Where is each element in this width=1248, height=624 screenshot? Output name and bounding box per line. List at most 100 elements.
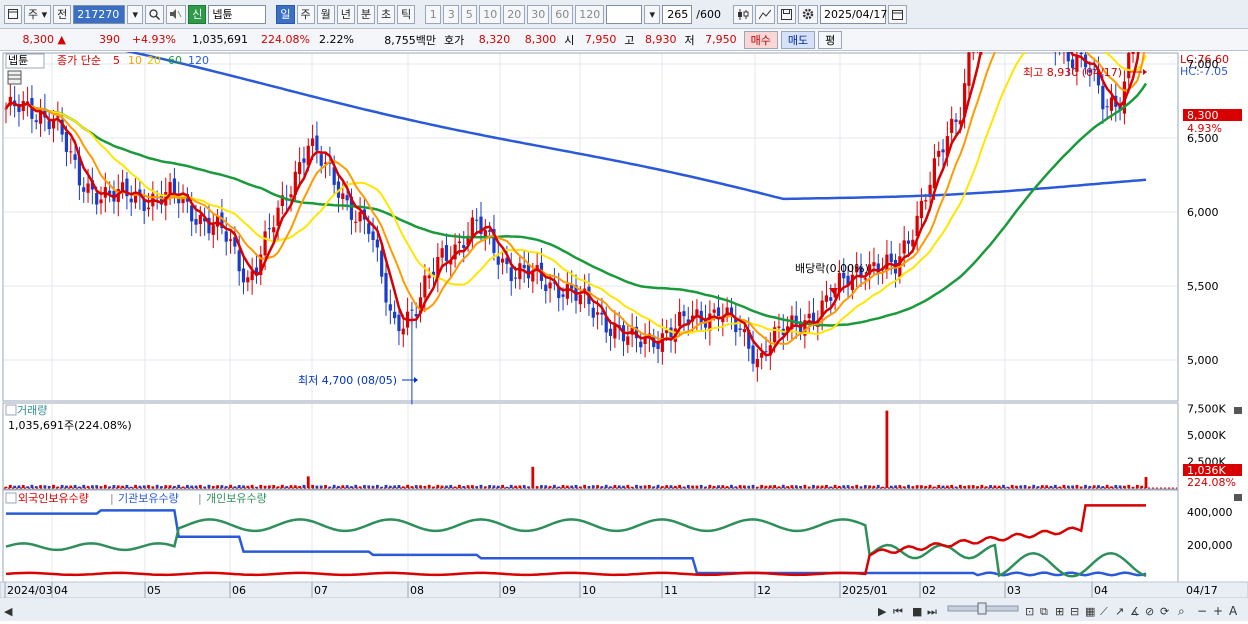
candle-body bbox=[358, 212, 361, 221]
ma-legend-label[interactable]: 종가 단순 bbox=[57, 54, 101, 67]
candle-body bbox=[829, 297, 832, 301]
interval-3-button[interactable]: 3 bbox=[443, 5, 459, 24]
candle-body bbox=[1101, 86, 1104, 109]
search-icon[interactable] bbox=[145, 5, 164, 24]
settings-icon[interactable] bbox=[798, 5, 818, 24]
period-tick-tab[interactable]: 틱 bbox=[397, 5, 415, 24]
candle-body bbox=[242, 268, 245, 282]
candle-body bbox=[933, 158, 936, 188]
text-tool-icon[interactable]: A bbox=[1229, 604, 1238, 618]
prev-button[interactable]: 전 bbox=[53, 5, 71, 24]
interval-1-button[interactable]: 1 bbox=[425, 5, 441, 24]
x-axis-label: 07 bbox=[314, 584, 328, 597]
current-price: 8,300 ▲ bbox=[0, 33, 70, 46]
tool-copy-icon[interactable]: ⧉ bbox=[1040, 605, 1048, 618]
tool-cycle-icon[interactable]: ⟳ bbox=[1160, 605, 1169, 618]
tool-line-icon[interactable]: ⟋ bbox=[1100, 605, 1108, 618]
volume-tick-label: 7,500K bbox=[1187, 403, 1226, 416]
stock-code-input[interactable]: 217270 bbox=[73, 5, 125, 24]
candle-body bbox=[825, 295, 828, 301]
stock-chart-svg[interactable]: 넵튠 종가 단순 5 10 20 60 120 LC:76.60 HC:-7.0… bbox=[0, 52, 1248, 621]
candle-body bbox=[890, 254, 893, 262]
interval-5-button[interactable]: 5 bbox=[461, 5, 477, 24]
market-select[interactable]: 주 ▾ bbox=[24, 5, 51, 24]
interval-10-button[interactable]: 10 bbox=[479, 5, 501, 24]
candle-body bbox=[523, 265, 526, 268]
candle-body bbox=[501, 259, 504, 263]
foreign-holdings-legend[interactable]: 외국인보유수량 bbox=[18, 492, 89, 505]
zoom-slider-handle[interactable] bbox=[978, 603, 986, 614]
zoom-search-icon[interactable]: ⌕ bbox=[1178, 604, 1185, 618]
interval-120-button[interactable]: 120 bbox=[575, 5, 604, 24]
volume-bar bbox=[290, 485, 293, 488]
flat-button[interactable]: 평 bbox=[818, 31, 842, 49]
tool-move-icon[interactable]: ⊞ bbox=[1055, 605, 1064, 618]
period-day-tab[interactable]: 일 bbox=[276, 5, 294, 24]
candle-body bbox=[376, 240, 379, 248]
holdings-panel-close-icon[interactable] bbox=[1234, 494, 1242, 501]
volume-ratio: 224.08% bbox=[252, 33, 314, 46]
volume-bar bbox=[1050, 486, 1053, 488]
period-minute-tab[interactable]: 분 bbox=[357, 5, 375, 24]
ma20-legend[interactable]: 20 bbox=[147, 54, 161, 67]
candle-body bbox=[548, 283, 551, 289]
period-week-tab[interactable]: 주 bbox=[297, 5, 315, 24]
tool-trend-icon[interactable]: ↗ bbox=[1115, 605, 1124, 618]
interval-20-button[interactable]: 20 bbox=[503, 5, 525, 24]
interval-dropdown-button[interactable]: ▾ bbox=[644, 5, 660, 24]
period-year-tab[interactable]: 년 bbox=[337, 5, 355, 24]
price-axis-ticks: 8,5008,0007,5007,0006,5006,0005,5005,000 bbox=[1187, 52, 1219, 367]
tool-rect-icon[interactable]: ⊡ bbox=[1025, 605, 1034, 618]
candle-body bbox=[950, 119, 953, 133]
data-total-label: /600 bbox=[694, 8, 723, 21]
zoom-in-icon[interactable]: + bbox=[1213, 604, 1223, 618]
volume-panel-toggle[interactable] bbox=[6, 405, 16, 415]
save-icon[interactable] bbox=[777, 5, 796, 24]
window-icon[interactable] bbox=[4, 5, 22, 24]
individual-holdings-legend[interactable]: 개인보유수량 bbox=[206, 492, 267, 505]
stock-name-field[interactable]: 넵튠 bbox=[208, 5, 266, 24]
calendar-icon[interactable] bbox=[888, 5, 907, 24]
volume-bar bbox=[307, 476, 310, 488]
scroll-last-icon[interactable]: ⏭ bbox=[927, 605, 937, 618]
candle-body bbox=[1131, 52, 1134, 54]
current-pct-tag: 4.93% bbox=[1187, 122, 1222, 135]
crosshair-icon[interactable] bbox=[755, 5, 775, 24]
volume-tick-label: 5,000K bbox=[1187, 429, 1226, 442]
tool-chart-icon[interactable]: ⊟ bbox=[1070, 605, 1079, 618]
candle-body bbox=[212, 225, 215, 235]
scroll-first-icon[interactable]: ⏮ bbox=[893, 605, 903, 618]
sell-button[interactable]: 매도 bbox=[781, 31, 815, 49]
scroll-left-icon[interactable]: ◀ bbox=[4, 605, 13, 618]
ma10-legend[interactable]: 10 bbox=[128, 54, 142, 67]
date-input[interactable]: 2025/04/17 bbox=[820, 5, 886, 24]
interval-30-button[interactable]: 30 bbox=[527, 5, 549, 24]
code-dropdown-button[interactable]: ▾ bbox=[127, 5, 143, 24]
period-month-tab[interactable]: 월 bbox=[317, 5, 335, 24]
tool-fib-icon[interactable]: ⊘ bbox=[1145, 605, 1154, 618]
buy-button[interactable]: 매수 bbox=[744, 31, 778, 49]
high-price: 8,930 bbox=[639, 33, 681, 46]
candle-body bbox=[462, 245, 465, 248]
candle-icon[interactable] bbox=[733, 5, 753, 24]
ma60-legend[interactable]: 60 bbox=[168, 54, 182, 67]
ma120-legend[interactable]: 120 bbox=[188, 54, 209, 67]
stop-icon[interactable]: ■ bbox=[912, 605, 922, 618]
volume-panel-close-icon[interactable] bbox=[1234, 407, 1242, 414]
period-second-tab[interactable]: 초 bbox=[377, 5, 395, 24]
table-icon[interactable] bbox=[8, 71, 21, 84]
tool-grid-icon[interactable]: ▦ bbox=[1085, 605, 1095, 618]
open-price: 7,950 bbox=[578, 33, 620, 46]
candle-body bbox=[738, 328, 741, 330]
interval-60-button[interactable]: 60 bbox=[551, 5, 573, 24]
tool-angle-icon[interactable]: ∡ bbox=[1130, 605, 1140, 618]
ma5-legend[interactable]: 5 bbox=[113, 54, 120, 67]
interval-custom-input[interactable] bbox=[606, 5, 642, 24]
data-count-input[interactable]: 265 bbox=[662, 5, 692, 24]
holdings-panel-toggle[interactable] bbox=[6, 493, 16, 503]
speaker-icon[interactable] bbox=[166, 5, 186, 24]
institution-holdings-legend[interactable]: 기관보유수량 bbox=[118, 492, 179, 505]
volume-bar bbox=[886, 411, 889, 488]
zoom-out-icon[interactable]: − bbox=[1197, 604, 1207, 618]
scroll-right-icon[interactable]: ▶ bbox=[878, 605, 887, 618]
